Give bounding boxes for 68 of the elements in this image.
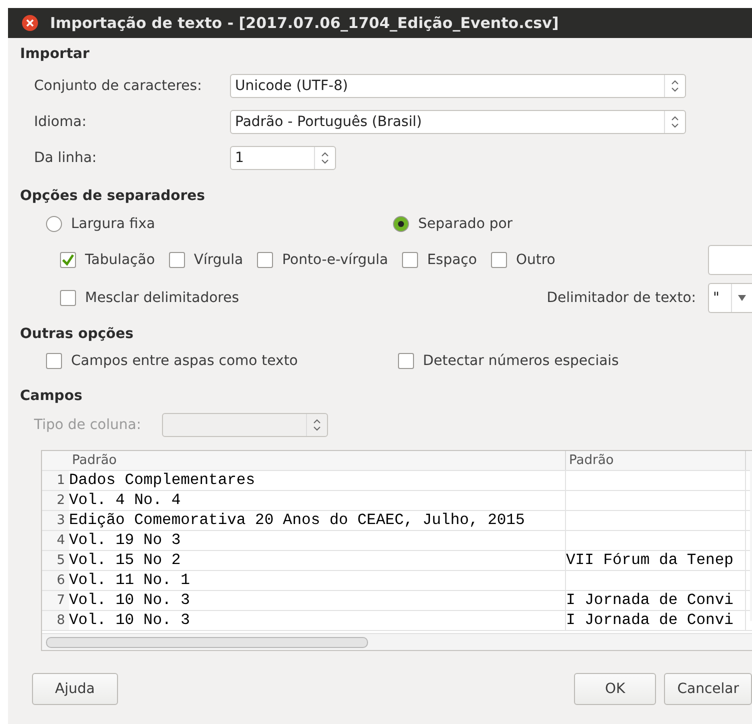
spin-arrows-icon (671, 80, 679, 92)
field-label: Conjunto de caracteres: (34, 78, 203, 94)
field-label: Delimitador de texto: (546, 290, 696, 306)
option-label: Outro (516, 252, 556, 268)
option-label: Espaço (427, 252, 477, 268)
table-cell: Dados Complementares (69, 471, 566, 490)
checkbox[interactable] (60, 252, 76, 268)
table-cell: Vol. 19 No 3 (69, 531, 566, 550)
table-cell: VII Fórum da Tenep (566, 551, 746, 570)
dropdown-field[interactable]: Unicode (UTF-8) (230, 74, 686, 98)
spin-arrows-icon (313, 419, 321, 431)
row-number: 5 (42, 551, 69, 570)
section-heading: Opções de separadores (20, 187, 206, 206)
field-label: Da linha: (34, 150, 98, 166)
section-heading: Importar (20, 45, 90, 64)
field-label: Tipo de coluna: (34, 417, 142, 433)
ok-button[interactable]: OK (574, 673, 656, 705)
checkbox[interactable] (46, 353, 62, 369)
option-label: Ponto-e-vírgula (282, 252, 388, 268)
option-label: Campos entre aspas como texto (71, 353, 298, 369)
option-label: Vírgula (194, 252, 244, 268)
row-number: 1 (42, 471, 69, 490)
column-header[interactable]: Padrão (566, 451, 746, 470)
checkbox[interactable] (60, 290, 76, 306)
table-cell: Edição Comemorativa 20 Anos do CEAEC, Julho, 2015 (69, 511, 566, 530)
radio-button[interactable] (393, 216, 410, 232)
spin-arrows-icon (321, 152, 329, 164)
checkbox[interactable] (402, 252, 418, 268)
horizontal-scrollbar[interactable] (42, 633, 752, 650)
cancel-button[interactable]: Cancelar (664, 673, 752, 705)
table-cell: I Jornada de Convi (566, 591, 746, 610)
row-number: 3 (42, 511, 69, 530)
section-heading: Campos (20, 387, 84, 406)
spin-field[interactable]: 1 (230, 146, 336, 170)
input-field[interactable] (708, 245, 752, 275)
checkbox[interactable] (398, 353, 414, 369)
checkbox[interactable] (490, 252, 507, 268)
table-cell: Vol. 4 No. 4 (69, 491, 566, 510)
row-number: 8 (42, 611, 69, 630)
table-cell: Vol. 15 No 2 (69, 551, 566, 570)
field-label: Idioma: (34, 114, 88, 130)
table-cell: Vol. 10 No. 3 (69, 591, 566, 610)
checkbox[interactable] (257, 252, 274, 268)
option-label: Largura fixa (71, 216, 156, 232)
caret-icon (738, 295, 746, 301)
close-icon[interactable] (22, 15, 38, 31)
spin-arrows-icon (671, 116, 679, 128)
option-label: Tabulação (85, 252, 155, 268)
window-title: Importação de texto - [2017.07.06_1704_Edição_Evento.csv] (50, 14, 559, 32)
table-cell: Vol. 11 No. 1 (69, 571, 566, 590)
row-number: 4 (42, 531, 69, 550)
section-heading: Outras opções (20, 325, 135, 344)
row-number: 6 (42, 571, 69, 590)
checkbox[interactable] (168, 252, 185, 268)
table-cell: I Jornada de Convi (566, 611, 746, 630)
radio-button[interactable] (46, 216, 62, 232)
dropdown-field[interactable]: " (708, 283, 752, 313)
option-label: Mesclar delimitadores (85, 290, 240, 306)
table-cell: Vol. 10 No. 3 (69, 611, 566, 630)
row-number: 7 (42, 591, 69, 610)
option-label: Detectar números especiais (422, 353, 619, 369)
dropdown-field[interactable]: Padrão - Português (Brasil) (230, 110, 686, 134)
help-button[interactable]: Ajuda (32, 673, 118, 705)
radio-dot-icon (398, 221, 404, 227)
column-header[interactable]: Padrão (69, 451, 566, 470)
row-number: 2 (42, 491, 69, 510)
option-label: Separado por (418, 216, 513, 232)
check-icon (61, 253, 75, 267)
